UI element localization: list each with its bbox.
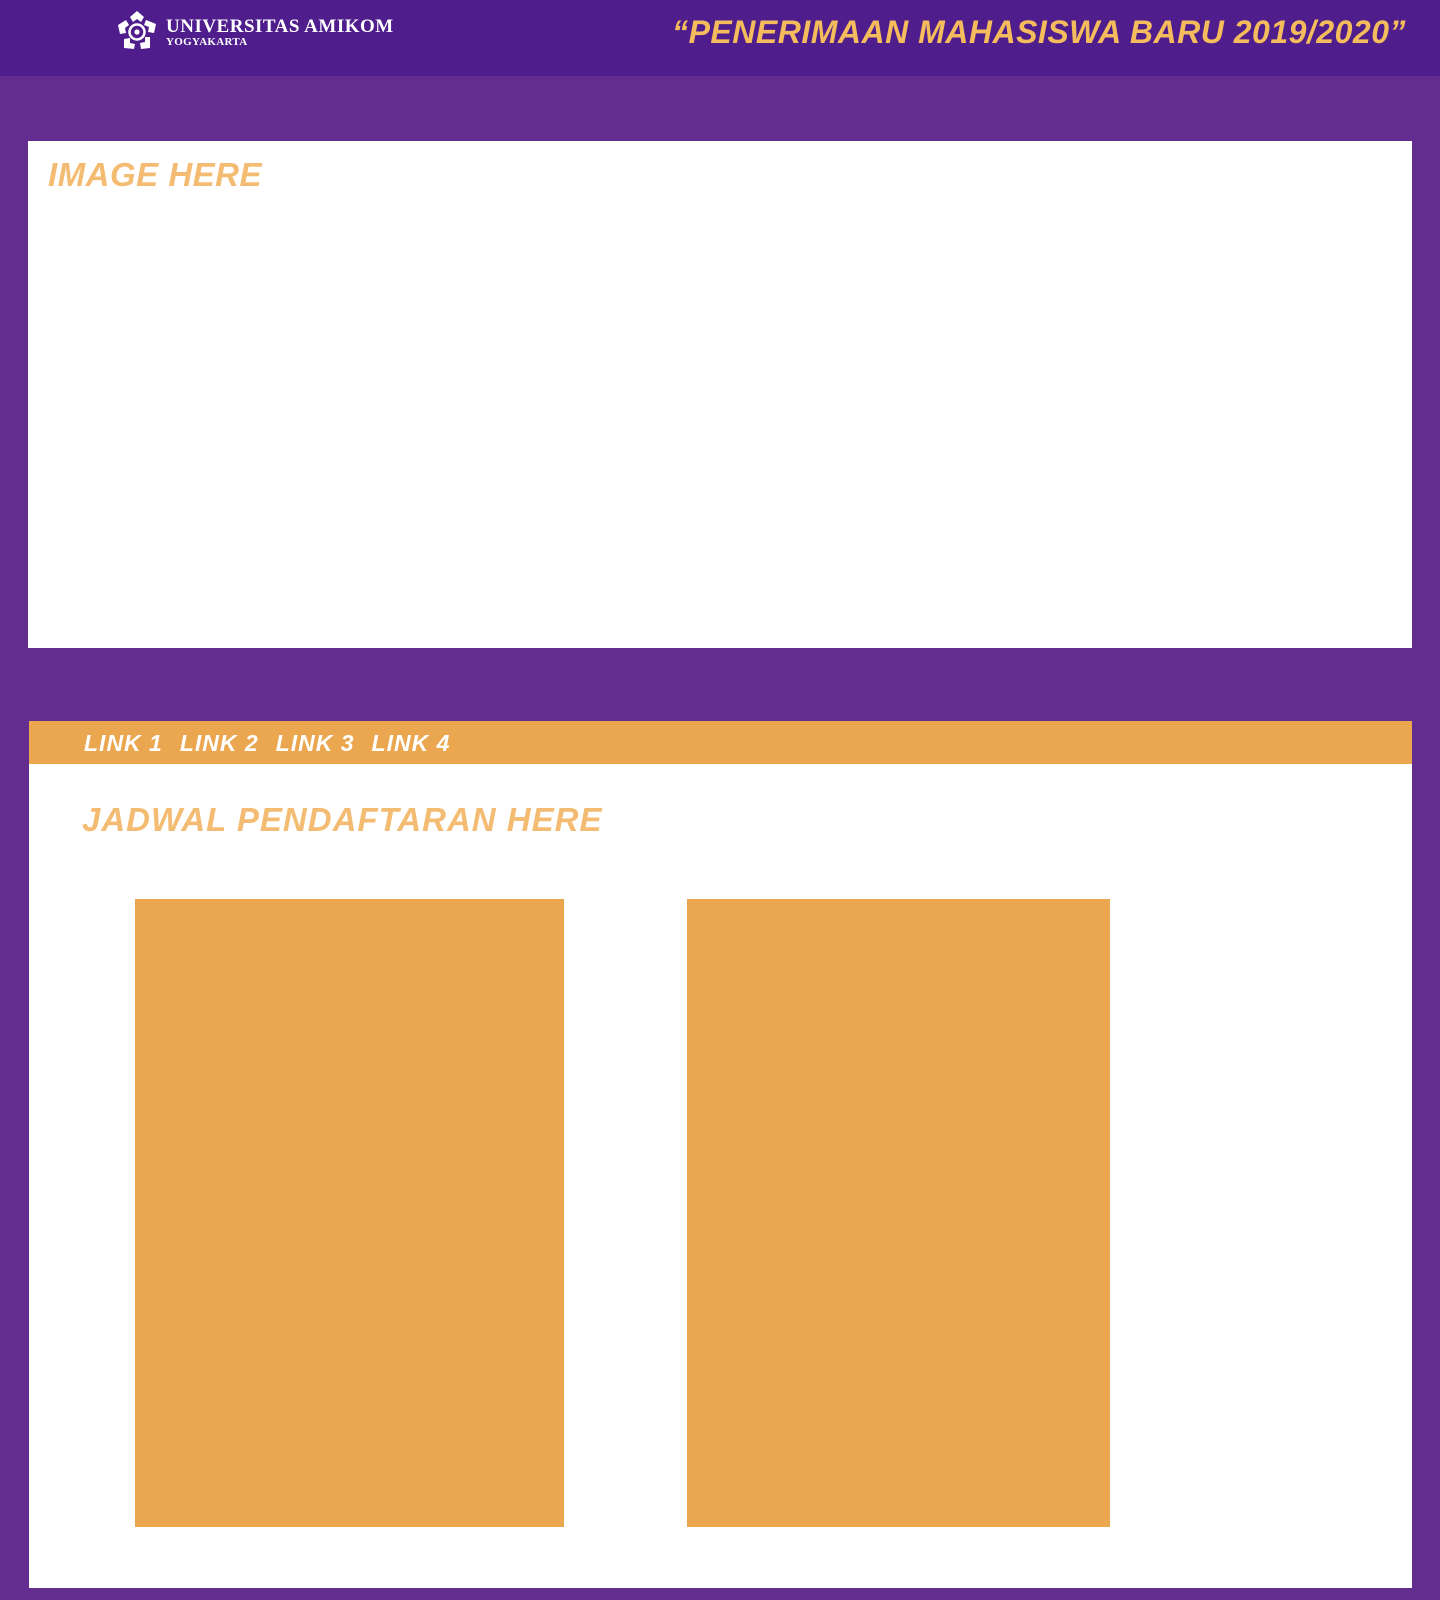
nav-link-2[interactable]: LINK 2 [180, 730, 259, 757]
logo-university-name: UNIVERSITAS AMIKOM [166, 15, 394, 37]
schedule-card-2 [687, 899, 1110, 1527]
schedule-title: JADWAL PENDAFTARAN HERE [82, 801, 603, 838]
amikom-emblem-icon [118, 11, 156, 49]
nav-link-3[interactable]: LINK 3 [276, 730, 355, 757]
nav-link-1[interactable]: LINK 1 [84, 730, 163, 757]
content-panel: LINK 1 LINK 2 LINK 3 LINK 4 JADWAL PENDA… [29, 721, 1412, 1588]
nav-links: LINK 1 LINK 2 LINK 3 LINK 4 [84, 730, 450, 757]
university-logo[interactable]: UNIVERSITAS AMIKOM YOGYAKARTA [114, 8, 394, 56]
hero-image-label: IMAGE HERE [48, 156, 263, 193]
top-header-bar: UNIVERSITAS AMIKOM YOGYAKARTA “PENERIMAA… [0, 0, 1440, 76]
nav-link-4[interactable]: LINK 4 [372, 730, 451, 757]
link-navigation-bar: LINK 1 LINK 2 LINK 3 LINK 4 [29, 721, 1412, 764]
page-headline: “PENERIMAAN MAHASISWA BARU 2019/2020” [672, 14, 1406, 50]
logo-wordmark: UNIVERSITAS AMIKOM YOGYAKARTA [166, 17, 394, 48]
logo-city-name: YOGYAKARTA [166, 35, 248, 48]
hero-image-placeholder: IMAGE HERE [28, 141, 1412, 648]
schedule-card-1 [135, 899, 564, 1527]
